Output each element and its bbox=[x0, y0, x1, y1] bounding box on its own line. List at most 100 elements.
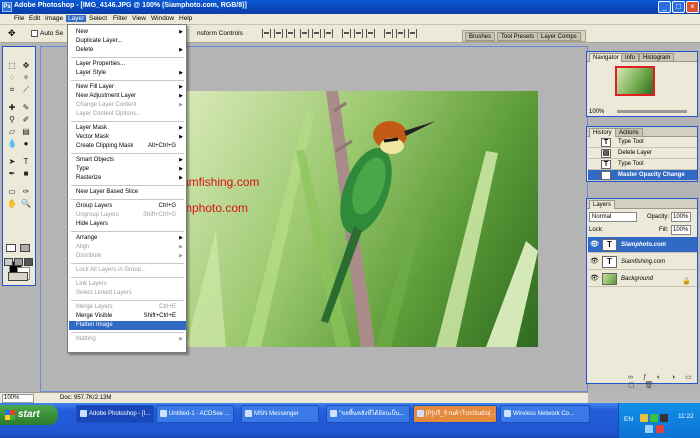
align-top-icon[interactable] bbox=[262, 29, 271, 38]
menu-window[interactable]: Window bbox=[149, 15, 176, 22]
menu-item-new-adjustment-layer[interactable]: New Adjustment Layer ▶ bbox=[69, 92, 186, 101]
menu-item-change-layer-content[interactable]: Change Layer Content ▶ bbox=[69, 101, 186, 110]
menu-item-duplicate-layer[interactable]: Duplicate Layer... bbox=[69, 37, 186, 46]
notes-tool-icon[interactable]: ▭ bbox=[6, 187, 18, 197]
pen-tool-icon[interactable]: ✒ bbox=[6, 169, 18, 179]
menu-item-layer-properties[interactable]: Layer Properties... bbox=[69, 60, 186, 69]
maximize-button[interactable]: □ bbox=[672, 1, 685, 13]
distribute-left-icon[interactable] bbox=[384, 29, 393, 38]
jump-to-imageready-icon[interactable] bbox=[8, 272, 28, 281]
eye-icon[interactable]: 👁 bbox=[590, 274, 599, 283]
history-row[interactable]: T Type Tool bbox=[588, 159, 697, 170]
menu-image[interactable]: Image bbox=[43, 15, 65, 22]
tab-histogram[interactable]: Histogram bbox=[639, 53, 675, 62]
taskbar-item-photoshop[interactable]: Adobe Photoshop - [I... bbox=[76, 405, 154, 423]
menu-item-create-clipping-mask[interactable]: Create Clipping Mask Alt+Ctrl+G bbox=[69, 142, 186, 151]
gradient-tool-icon[interactable]: ▤ bbox=[20, 127, 32, 137]
eye-icon[interactable]: 👁 bbox=[590, 240, 599, 249]
menu-item-flatten-image[interactable]: Flatten Image bbox=[69, 321, 186, 330]
photo-canvas[interactable]: amfishing.com mphoto.com bbox=[186, 91, 538, 347]
blend-mode-select[interactable]: Normal bbox=[589, 212, 637, 222]
fill-input[interactable]: 100% bbox=[671, 225, 691, 235]
document-size[interactable]: Doc: 957.7K/2.13M bbox=[60, 395, 111, 401]
distribute-vcenter-icon[interactable] bbox=[354, 29, 363, 38]
move-tool-icon[interactable]: ✥ bbox=[20, 61, 32, 71]
distribute-top-icon[interactable] bbox=[342, 29, 351, 38]
slice-tool-icon[interactable]: ⟋ bbox=[20, 85, 32, 95]
close-button[interactable]: × bbox=[686, 1, 699, 13]
layer-row[interactable]: 👁 T Siamphoto.com bbox=[588, 237, 697, 253]
taskbar-item-browser[interactable]: "ขอพื้นหลังที่ได้ย้อนเป็น... bbox=[326, 405, 410, 423]
distribute-right-icon[interactable] bbox=[408, 29, 417, 38]
menu-item-arrange[interactable]: Arrange ▶ bbox=[69, 234, 186, 243]
menu-item-group-layers[interactable]: Group Layers Ctrl+G bbox=[69, 202, 186, 211]
layers-footer-icons[interactable]: ∞ ƒ ◐ ◑ ▭ ▢ 🗑 bbox=[588, 373, 697, 389]
menu-item-hide-layers[interactable]: Hide Layers bbox=[69, 220, 186, 229]
menu-item-type[interactable]: Type ▶ bbox=[69, 165, 186, 174]
taskbar-item-wireless[interactable]: Wireless Network Co... bbox=[500, 405, 590, 423]
menu-edit[interactable]: Edit bbox=[27, 15, 42, 22]
language-indicator[interactable]: EN bbox=[624, 416, 633, 423]
menu-item-link-layers[interactable]: Link Layers bbox=[69, 280, 186, 289]
history-row[interactable]: ▤ Delete Layer bbox=[588, 148, 697, 159]
history-row[interactable]: ▤ Master Opacity Change bbox=[588, 170, 697, 181]
opacity-input[interactable]: 100% bbox=[671, 212, 691, 222]
menu-select[interactable]: Select bbox=[87, 15, 109, 22]
tab-brushes[interactable]: Brushes bbox=[465, 32, 496, 41]
messenger-icon[interactable] bbox=[650, 414, 658, 422]
align-right-icon[interactable] bbox=[324, 29, 333, 38]
menu-item-align[interactable]: Align ▶ bbox=[69, 243, 186, 252]
lasso-tool-icon[interactable]: ◌ bbox=[6, 73, 18, 83]
tab-actions[interactable]: Actions bbox=[615, 128, 643, 137]
history-row[interactable]: T Type Tool bbox=[588, 137, 697, 148]
tab-history[interactable]: History bbox=[589, 128, 616, 137]
shape-tool-icon[interactable]: ■ bbox=[20, 169, 32, 179]
distribute-hcenter-icon[interactable] bbox=[396, 29, 405, 38]
auto-select-checkbox[interactable] bbox=[31, 30, 38, 37]
menu-item-new[interactable]: New ▶ bbox=[69, 28, 186, 37]
antivirus-icon[interactable] bbox=[656, 425, 664, 433]
menu-item-rasterize[interactable]: Rasterize ▶ bbox=[69, 174, 186, 183]
tab-info[interactable]: Info bbox=[621, 53, 640, 62]
taskbar-item-acdsee[interactable]: Untitled-1 - ACDSee ... bbox=[156, 405, 234, 423]
move-tool-icon[interactable]: ✥ bbox=[8, 28, 16, 39]
menu-item-lock-all-layers-in-group[interactable]: Lock All Layers in Group... bbox=[69, 266, 186, 275]
menu-item-merge-layers[interactable]: Merge Layers Ctrl+E bbox=[69, 303, 186, 312]
menu-item-matting[interactable]: Matting ▶ bbox=[69, 335, 186, 344]
layer-row[interactable]: 👁 Background 🔒 bbox=[588, 271, 697, 287]
eraser-tool-icon[interactable]: ▱ bbox=[6, 127, 18, 137]
taskbar-item-studio[interactable]: [P]ปรี_ร้านค้าโปรStudio[... bbox=[413, 405, 497, 423]
type-tool-icon[interactable]: T bbox=[20, 157, 32, 167]
standard-mode-icon[interactable] bbox=[6, 244, 16, 252]
screen-mode-standard-icon[interactable] bbox=[4, 258, 13, 266]
align-bottom-icon[interactable] bbox=[286, 29, 295, 38]
eyedropper-tool-icon[interactable]: ✑ bbox=[20, 187, 32, 197]
navigator-thumbnail[interactable] bbox=[615, 66, 655, 96]
path-selection-tool-icon[interactable]: ➤ bbox=[6, 157, 18, 167]
history-brush-tool-icon[interactable]: ✐ bbox=[20, 115, 32, 125]
menu-item-vector-mask[interactable]: Vector Mask ▶ bbox=[69, 133, 186, 142]
menu-filter[interactable]: Filter bbox=[111, 15, 129, 22]
brush-tool-icon[interactable]: ✎ bbox=[20, 103, 32, 113]
align-vcenter-icon[interactable] bbox=[274, 29, 283, 38]
menu-item-smart-objects[interactable]: Smart Objects ▶ bbox=[69, 156, 186, 165]
volume-icon[interactable] bbox=[660, 414, 668, 422]
taskbar-item-msn[interactable]: MSN Messenger bbox=[241, 405, 319, 423]
eye-icon[interactable]: 👁 bbox=[590, 257, 599, 266]
menu-item-delete[interactable]: Delete ▶ bbox=[69, 46, 186, 55]
menu-item-layer-content-options[interactable]: Layer Content Options... bbox=[69, 110, 186, 119]
zoom-tool-icon[interactable]: 🔍 bbox=[20, 199, 32, 209]
menu-view[interactable]: View bbox=[130, 15, 148, 22]
menu-item-ungroup-layers[interactable]: Ungroup Layers Shift+Ctrl+G bbox=[69, 211, 186, 220]
screen-mode-full-menu-icon[interactable] bbox=[14, 258, 23, 266]
navigator-zoom[interactable]: 100% bbox=[589, 109, 604, 115]
distribute-bottom-icon[interactable] bbox=[366, 29, 375, 38]
tab-navigator[interactable]: Navigator bbox=[589, 53, 623, 62]
tab-tool-presets[interactable]: Tool Presets bbox=[497, 32, 539, 41]
magic-wand-tool-icon[interactable]: ✧ bbox=[20, 73, 32, 83]
menu-layer[interactable]: Layer bbox=[66, 15, 87, 22]
menu-item-select-linked-layers[interactable]: Select Linked Layers bbox=[69, 289, 186, 298]
quick-mask-mode-icon[interactable] bbox=[20, 244, 30, 252]
menu-item-new-layer-based-slice[interactable]: New Layer Based Slice bbox=[69, 188, 186, 197]
healing-brush-tool-icon[interactable]: ✚ bbox=[6, 103, 18, 113]
